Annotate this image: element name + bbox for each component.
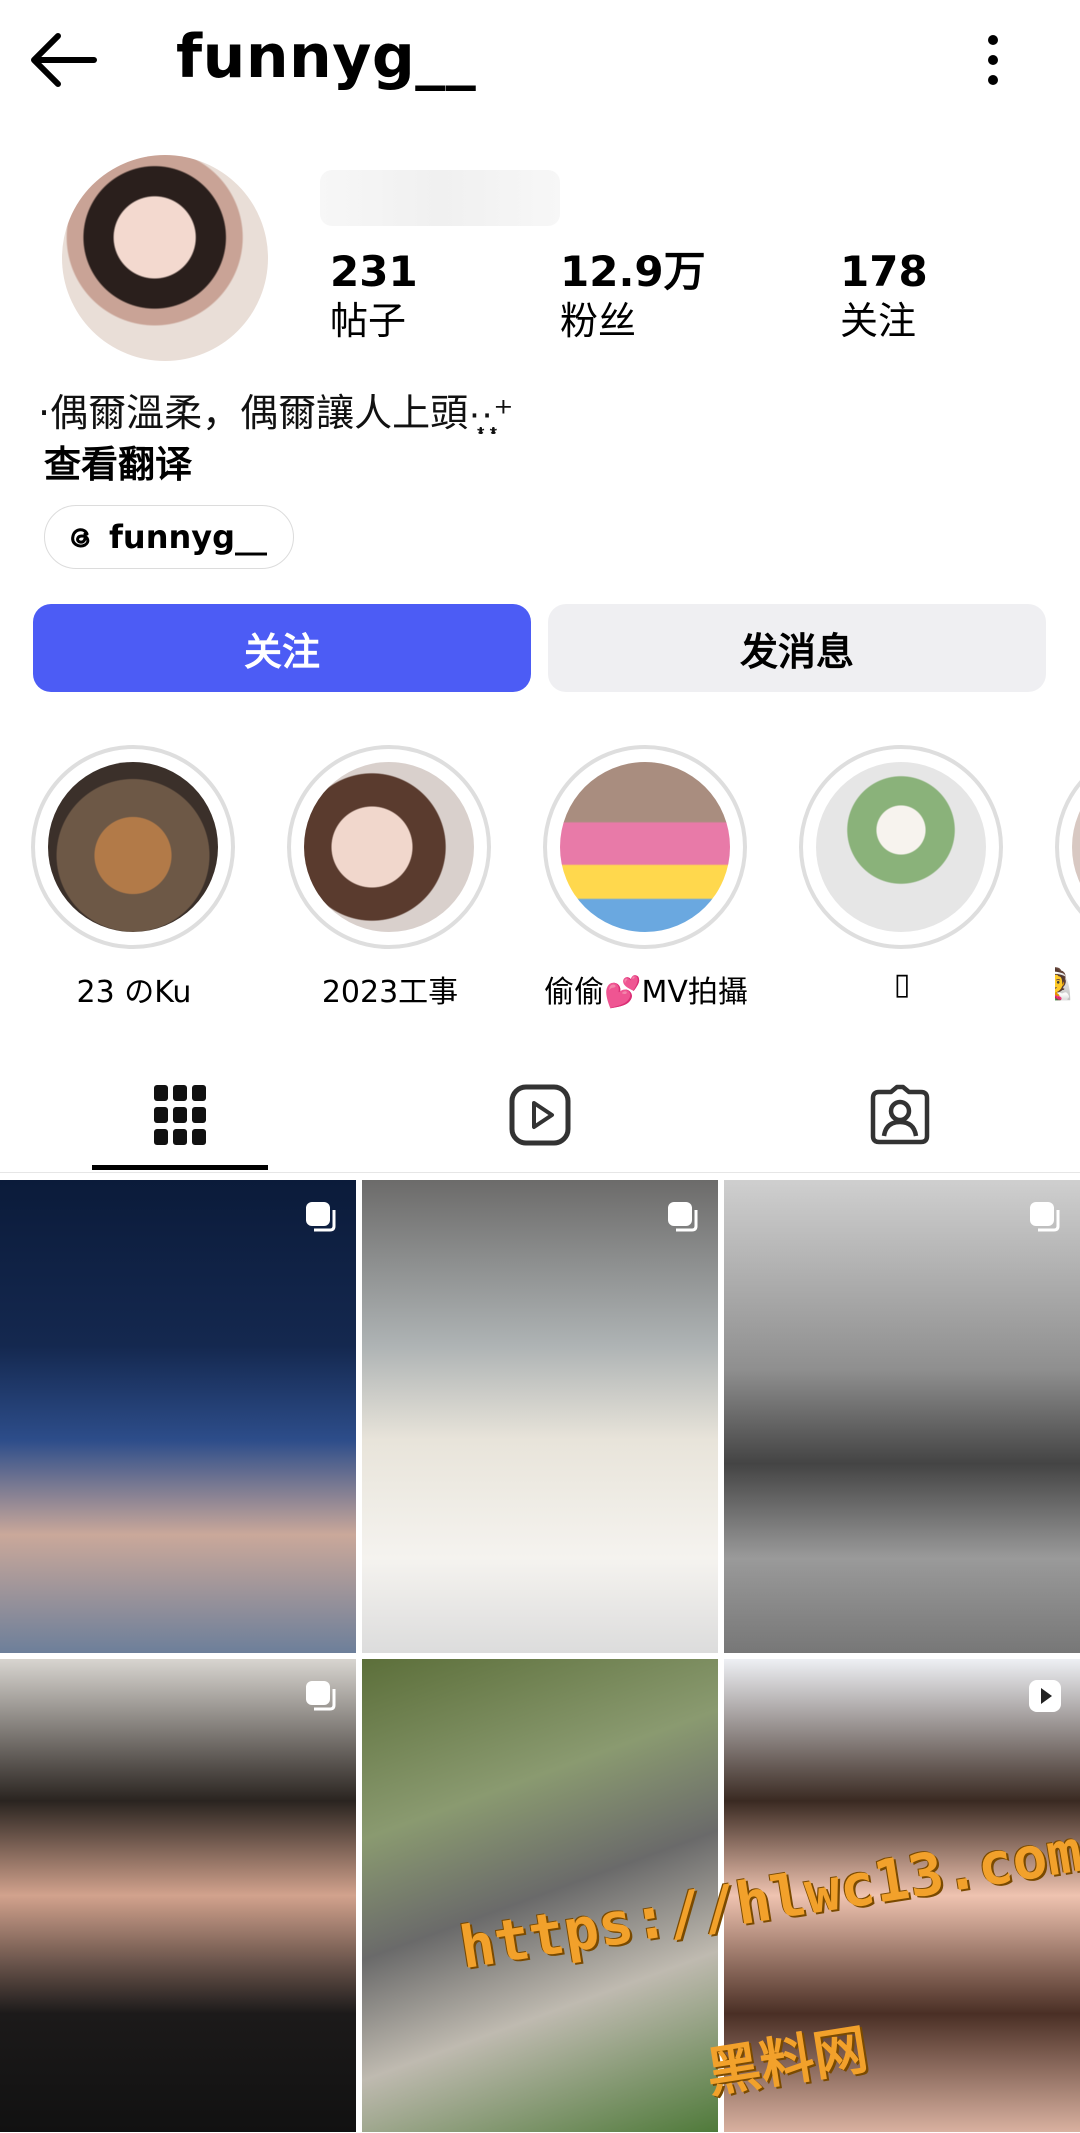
post-thumbnail[interactable] (724, 1180, 1080, 1653)
stat-followers-label: 粉丝 (560, 299, 637, 343)
highlight-item[interactable]: 2023工事 (287, 745, 493, 1011)
highlight-ring (799, 745, 1003, 949)
highlight-item[interactable]: 23 のKu (31, 745, 237, 1011)
highlight-cover (1072, 762, 1080, 932)
highlight-cover (816, 762, 986, 932)
arrow-left-icon (31, 33, 97, 87)
more-options-button[interactable] (968, 30, 1018, 90)
carousel-icon (306, 1202, 336, 1232)
tab-reels[interactable] (452, 1065, 628, 1165)
highlight-cover (304, 762, 474, 932)
threads-link[interactable]: funnyg__ (44, 505, 294, 569)
message-button[interactable]: 发消息 (548, 604, 1046, 692)
stat-followers-value: 12.9万 (560, 247, 706, 296)
stat-following-value: 178 (840, 247, 928, 296)
carousel-icon (668, 1202, 698, 1232)
active-tab-indicator (92, 1165, 268, 1170)
more-vertical-icon (988, 35, 998, 85)
stat-posts-label: 帖子 (330, 299, 407, 343)
display-name-blurred (320, 170, 560, 226)
threads-icon (71, 528, 90, 548)
threads-handle: funnyg__ (109, 518, 268, 556)
highlight-item-partial[interactable]: 👰 (1055, 745, 1080, 1002)
highlight-item[interactable]: ▯ (799, 745, 1005, 1002)
highlight-cover (560, 762, 730, 932)
highlight-cover (48, 762, 218, 932)
see-translation-link[interactable]: 查看翻译 (44, 434, 192, 488)
carousel-icon (1030, 1202, 1060, 1232)
profile-bio: ·偶爾溫柔，偶爾讓人上頭·̩͙·̩̩͙⁺ (38, 391, 514, 435)
back-button[interactable] (28, 28, 100, 92)
stat-posts[interactable]: 231 帖子 (330, 248, 418, 346)
reels-icon (509, 1084, 571, 1146)
stat-posts-value: 231 (330, 247, 418, 296)
profile-username: funnyg__ (176, 22, 477, 92)
stat-following[interactable]: 178 关注 (840, 248, 928, 346)
tab-posts-grid[interactable] (92, 1065, 268, 1165)
highlight-item[interactable]: 偷偷💕MV拍攝 (543, 745, 749, 1011)
highlight-caption: ▯ (893, 967, 911, 1002)
post-thumbnail[interactable] (0, 1180, 356, 1653)
tab-tagged[interactable] (812, 1065, 988, 1165)
stat-followers[interactable]: 12.9万 粉丝 (560, 248, 706, 346)
highlight-caption: 23 のKu (76, 975, 192, 1010)
tagged-user-icon (870, 1084, 930, 1145)
highlight-caption: 👰 (1055, 967, 1080, 1002)
profile-avatar[interactable] (62, 155, 268, 361)
highlight-ring (543, 745, 747, 949)
follow-button[interactable]: 关注 (33, 604, 531, 692)
carousel-icon (306, 1681, 336, 1711)
highlight-caption: 偷偷💕MV拍攝 (544, 975, 748, 1010)
reel-play-icon (1029, 1680, 1061, 1712)
highlight-ring (287, 745, 491, 949)
post-thumbnail[interactable] (0, 1659, 356, 2132)
tab-divider (0, 1172, 1080, 1173)
highlight-ring (1055, 745, 1080, 949)
stat-following-label: 关注 (840, 299, 917, 343)
grid-icon (154, 1085, 206, 1145)
highlight-ring (31, 745, 235, 949)
highlight-caption: 2023工事 (321, 975, 459, 1010)
post-thumbnail[interactable] (362, 1180, 718, 1653)
